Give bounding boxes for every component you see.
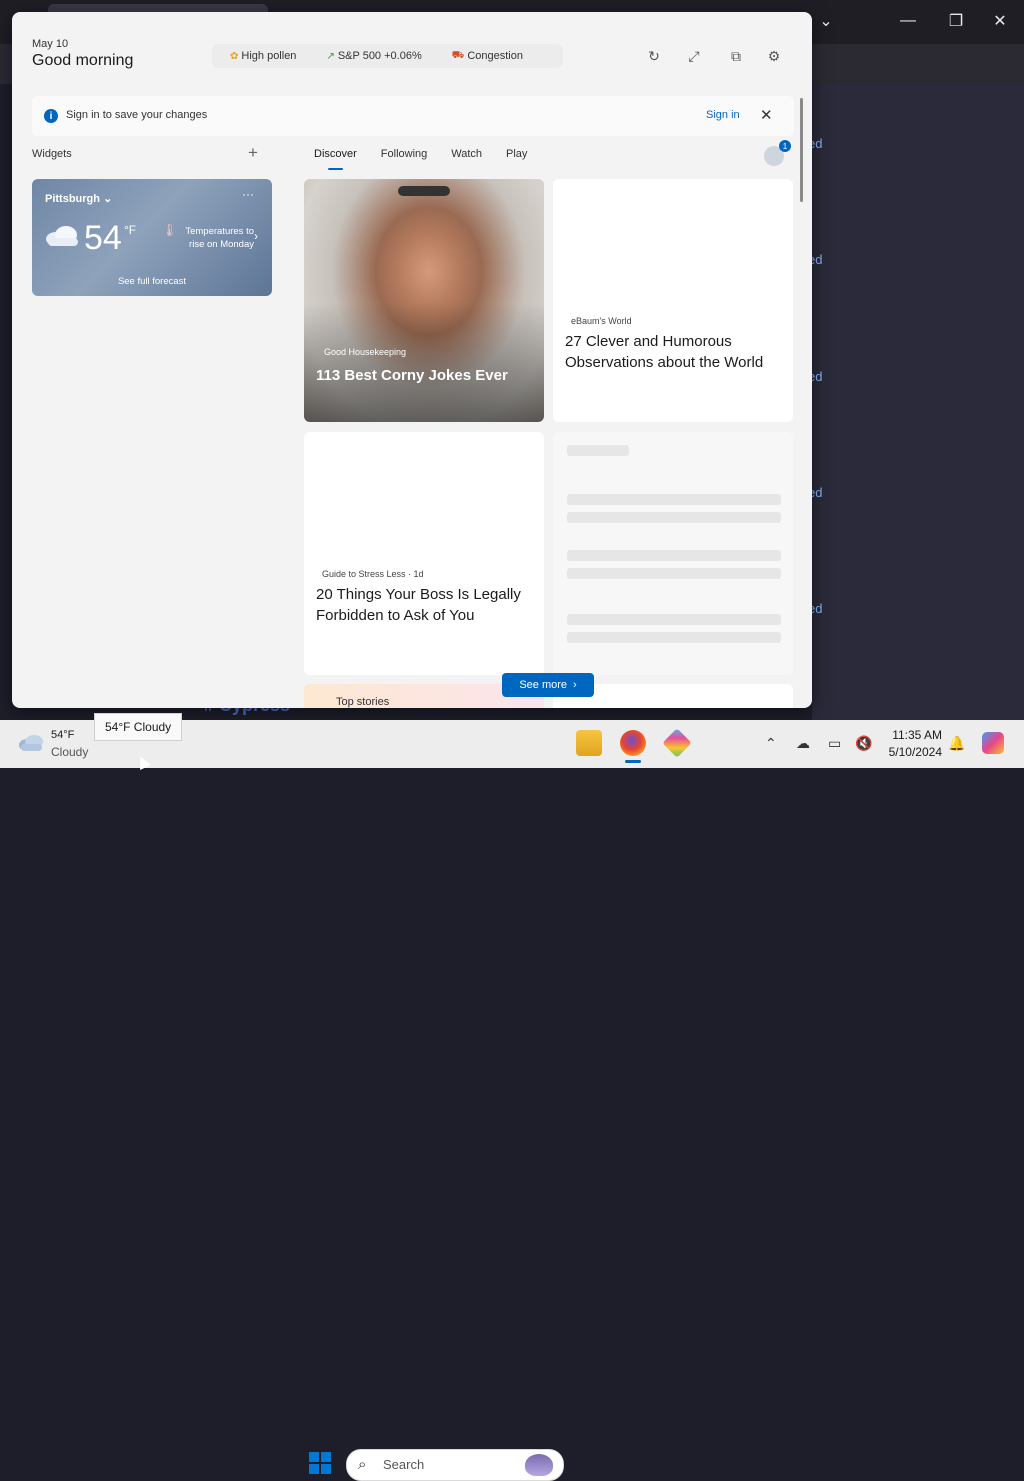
restore-icon[interactable]: ❐	[944, 10, 968, 32]
notification-badge: 1	[779, 140, 791, 152]
thermometer-icon: 🌡	[162, 223, 178, 237]
weather-city[interactable]: Pittsburgh ⌄	[45, 192, 112, 205]
cloudy-icon	[46, 226, 78, 246]
expand-icon[interactable]: ⤢	[684, 46, 704, 66]
card-title[interactable]: 27 Clever and Humorous Observations abou…	[565, 331, 775, 373]
see-more-label: See more	[519, 679, 568, 691]
chip-stocks[interactable]: ↗ S&P 500 +0.06%	[326, 50, 421, 62]
firefox-icon[interactable]	[620, 730, 646, 756]
tab-following[interactable]: Following	[381, 148, 427, 160]
speaker-muted-icon[interactable]: 🔇	[855, 735, 872, 752]
display-icon[interactable]: ▭	[828, 735, 841, 752]
taskbar-search[interactable]: ⌕ Search	[346, 1449, 564, 1481]
chip-label: S&P 500 +0.06%	[337, 50, 422, 62]
clock-time[interactable]: 11:35 AM	[886, 728, 942, 742]
copilot-icon[interactable]	[982, 732, 1004, 754]
card-source: Good Housekeeping	[324, 347, 407, 357]
card-title[interactable]: 20 Things Your Boss Is Legally Forbidden…	[316, 584, 526, 626]
network-offline-icon[interactable]: ☁	[796, 735, 810, 752]
news-card[interactable]: eBaum's World 27 Clever and Humorous Obs…	[553, 179, 793, 422]
weather-description[interactable]: Temperatures to rise on Monday	[178, 225, 254, 251]
loading-card	[553, 432, 793, 675]
greeting: Good morning	[32, 52, 134, 69]
taskbar-temperature[interactable]: 54°F	[51, 729, 74, 741]
search-placeholder: Search	[383, 1457, 425, 1472]
windows-logo-icon	[309, 1452, 319, 1462]
weather-tooltip: 54°F Cloudy	[94, 713, 183, 741]
stock-up-icon: ↗	[326, 50, 335, 62]
news-card[interactable]: Good Housekeeping 113 Best Corny Jokes E…	[304, 179, 544, 422]
image-indicator	[398, 186, 450, 196]
top-stories-label: Top stories	[336, 696, 390, 708]
chevron-down-icon: ⌄	[103, 193, 113, 205]
start-button[interactable]	[309, 1452, 331, 1474]
feed-tabs: Discover Following Watch Play	[314, 148, 551, 170]
widgets-panel: May 10 Good morning ✿ High pollen ↗ S&P …	[12, 12, 812, 708]
signin-message: Sign in to save your changes	[66, 109, 208, 121]
skeleton-line	[567, 614, 781, 625]
file-explorer-icon[interactable]	[576, 730, 602, 756]
skeleton-line	[567, 512, 781, 523]
close-window-icon[interactable]: ✕	[988, 10, 1012, 32]
card-source: Guide to Stress Less · 1d	[322, 569, 424, 579]
full-forecast-link[interactable]: See full forecast	[32, 276, 272, 287]
notification-bell-icon[interactable]: 🔔	[948, 735, 965, 752]
skeleton-line	[567, 445, 629, 456]
cloudy-icon[interactable]	[18, 734, 44, 752]
skeleton-line	[567, 494, 781, 505]
see-more-button[interactable]: See more ›	[502, 673, 594, 697]
chip-pollen[interactable]: ✿ High pollen	[230, 50, 296, 62]
chip-label: Congestion	[467, 50, 523, 62]
show-hidden-icons-icon[interactable]: ⌃	[765, 735, 777, 752]
tab-list-chevron-icon[interactable]: ⌄	[814, 10, 838, 32]
close-icon[interactable]: ✕	[760, 106, 773, 124]
tab-watch[interactable]: Watch	[451, 148, 482, 160]
card-source: eBaum's World	[571, 316, 632, 326]
signin-link[interactable]: Sign in	[706, 109, 740, 121]
skeleton-line	[567, 550, 781, 561]
news-card[interactable]: Guide to Stress Less · 1d 20 Things Your…	[304, 432, 544, 675]
chip-traffic[interactable]: ⛟ Congestion	[452, 50, 523, 63]
skeleton-line	[567, 568, 781, 579]
minimize-icon[interactable]: —	[896, 10, 920, 32]
search-icon: ⌕	[358, 1456, 367, 1473]
signin-banner: i Sign in to save your changes Sign in ✕	[32, 96, 794, 136]
image-shade	[304, 302, 544, 422]
pollen-icon: ✿	[230, 50, 239, 62]
traffic-icon: ⛟	[451, 49, 465, 61]
chevron-right-icon[interactable]: ›	[254, 229, 258, 243]
link-icon[interactable]: ⧉	[726, 46, 746, 66]
panel-date: May 10	[32, 38, 69, 50]
chip-label: High pollen	[241, 50, 297, 62]
weather-widget[interactable]: Pittsburgh ⌄ ··· 54 °F 🌡 Temperatures to…	[32, 179, 272, 296]
info-icon: i	[44, 109, 58, 123]
weather-unit: °F	[124, 223, 137, 237]
card-title[interactable]: 113 Best Corny Jokes Ever	[316, 367, 508, 384]
skeleton-line	[567, 632, 781, 643]
info-chips: ✿ High pollen ↗ S&P 500 +0.06% ⛟ Congest…	[212, 44, 563, 68]
clock-date[interactable]: 5/10/2024	[884, 745, 942, 759]
refresh-icon[interactable]: ↻	[644, 46, 664, 66]
widgets-heading: Widgets	[32, 148, 72, 160]
chevron-right-icon: ›	[573, 679, 577, 691]
weather-temperature: 54	[84, 219, 122, 257]
search-highlight-icon	[525, 1454, 553, 1476]
tab-discover[interactable]: Discover	[314, 148, 357, 170]
taskbar-condition[interactable]: Cloudy	[51, 745, 88, 759]
browser-page	[812, 84, 1024, 720]
more-options-icon[interactable]: ···	[242, 187, 254, 201]
active-app-indicator	[625, 760, 641, 763]
scrollbar[interactable]	[800, 98, 803, 202]
tab-play[interactable]: Play	[506, 148, 527, 160]
add-widget-icon[interactable]: +	[248, 143, 258, 163]
settings-gear-icon[interactable]: ⚙	[764, 46, 784, 66]
